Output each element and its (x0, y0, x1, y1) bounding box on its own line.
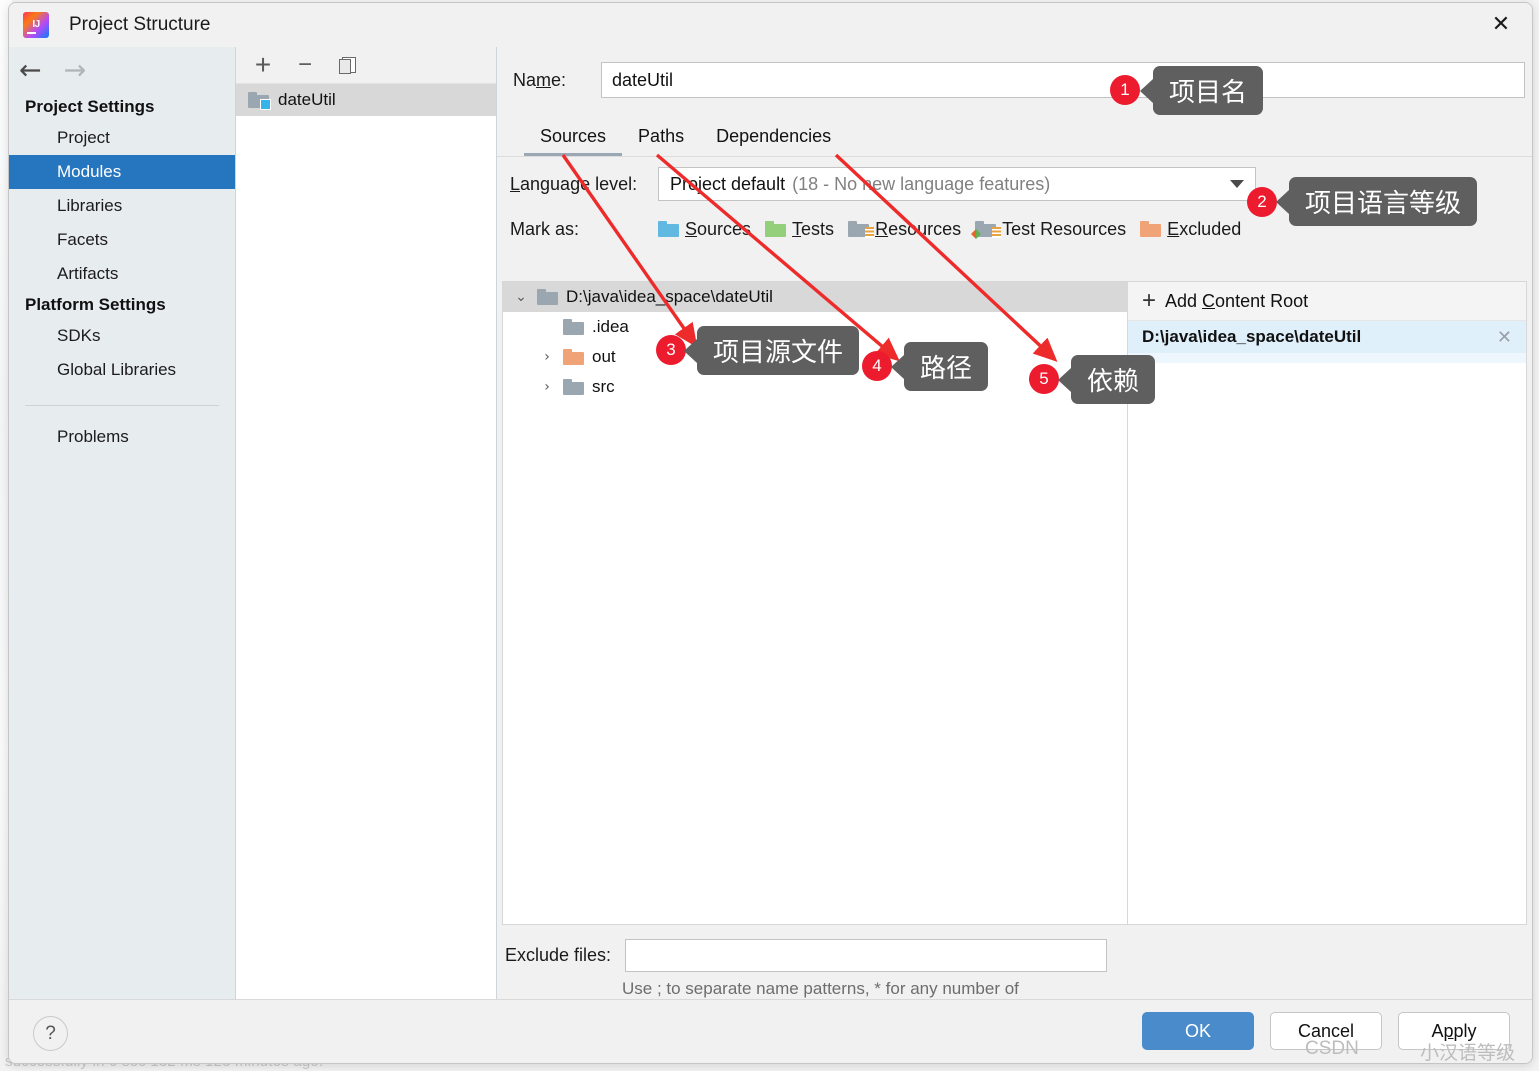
language-level-row: Language level: Project default (18 - No… (497, 157, 1532, 211)
chevron-right-icon[interactable]: › (539, 349, 555, 365)
remove-module-icon[interactable] (292, 52, 318, 78)
tree-row-label: out (592, 347, 616, 366)
add-content-root-label: Add Content Root (1165, 290, 1309, 311)
content-root-entry[interactable]: D:\java\idea_space\dateUtil ✕ (1128, 321, 1526, 353)
help-button[interactable]: ? (33, 1016, 68, 1051)
module-tabs: Sources Paths Dependencies (497, 113, 1532, 157)
content-root-path: D:\java\idea_space\dateUtil (1142, 327, 1362, 346)
idea-folder-icon (563, 319, 584, 335)
root-folder-icon (537, 289, 558, 305)
language-level-dropdown[interactable]: Project default (18 - No new language fe… (658, 167, 1256, 201)
sidebar-item-modules[interactable]: Modules (9, 155, 235, 189)
back-arrow-icon[interactable]: ← (19, 57, 42, 84)
module-list-panel: dateUtil (236, 47, 497, 999)
dialog-footer: ? OK Cancel Ap ply (9, 999, 1532, 1063)
sidebar-nav-arrows: ← → (9, 47, 235, 93)
chevron-right-icon[interactable]: › (539, 379, 555, 395)
tab-paths[interactable]: Paths (622, 126, 700, 157)
mark-as-resources-label: Resources (875, 218, 962, 239)
language-level-label: Language level: (510, 173, 638, 194)
sidebar-item-artifacts[interactable]: Artifacts (9, 257, 235, 291)
tree-row-idea[interactable]: .idea (503, 312, 1127, 342)
exclude-hint-line-1: Use ; to separate name patterns, * for a… (622, 979, 1019, 998)
screen-root: successfully in 0 sec 132 ms 123 minutes… (0, 0, 1539, 1071)
exclude-files-row: Exclude files: (502, 935, 1527, 975)
excluded-folder-icon (1140, 221, 1162, 237)
mark-as-tests-label: Tests (792, 218, 835, 239)
sources-folder-icon (658, 221, 679, 237)
dialog-buttons: OK Cancel Ap ply (1142, 1012, 1510, 1050)
forward-arrow-icon[interactable]: → (64, 57, 87, 84)
sidebar-item-facets[interactable]: Facets (9, 223, 235, 257)
tree-row-out[interactable]: › out (503, 342, 1127, 372)
tree-row-label: src (592, 377, 615, 396)
copy-module-icon[interactable] (334, 52, 360, 78)
mark-as-sources[interactable]: Sources (658, 219, 751, 240)
exclude-files-input[interactable] (625, 938, 1107, 972)
sidebar-item-libraries[interactable]: Libraries (9, 189, 235, 223)
sidebar-group-platform-settings: Platform Settings (25, 295, 166, 314)
mark-as-tests[interactable]: Tests (765, 219, 834, 240)
test-resources-folder-icon (971, 221, 1002, 239)
sidebar-item-sdks[interactable]: SDKs (9, 319, 235, 353)
mark-as-label: Mark as: (510, 218, 580, 239)
tests-folder-icon (765, 221, 787, 237)
src-folder-icon (563, 379, 584, 395)
apply-button[interactable]: Ap ply (1398, 1012, 1510, 1050)
cancel-button[interactable]: Cancel (1270, 1012, 1382, 1050)
sidebar-item-global-libraries[interactable]: Global Libraries (9, 353, 235, 387)
out-folder-icon (563, 349, 584, 365)
module-folder-icon (248, 92, 271, 110)
tree-row-label: .idea (592, 317, 629, 336)
tree-root-row[interactable]: ⌄ D:\java\idea_space\dateUtil (503, 282, 1127, 312)
remove-content-root-icon[interactable]: ✕ (1497, 327, 1512, 348)
sidebar-item-problems[interactable]: Problems (9, 420, 235, 454)
mark-as-resources[interactable]: Resources (848, 219, 961, 240)
mark-as-excluded[interactable]: Excluded (1140, 219, 1241, 240)
chevron-expanded-icon[interactable]: ⌄ (513, 289, 529, 305)
module-list-item-label: dateUtil (278, 90, 336, 109)
mark-as-sources-label: Sources (685, 218, 752, 239)
module-editor-panel: Name: Sources Paths Dependencies Languag… (497, 47, 1532, 1025)
title-bar: Project Structure ✕ (9, 3, 1532, 48)
sidebar-divider (25, 405, 219, 406)
mark-as-test-resources[interactable]: Test Resources (971, 218, 1127, 240)
add-content-root-button[interactable]: + Add Content Root (1128, 282, 1526, 321)
mark-as-row: Mark as: Sources Tests Resources Test Re… (497, 211, 1532, 247)
tab-sources[interactable]: Sources (524, 126, 623, 157)
module-list-item-dateutil[interactable]: dateUtil (236, 84, 496, 116)
plus-icon: + (1142, 287, 1157, 314)
exclude-files-label: Exclude files: (505, 944, 612, 965)
close-icon[interactable]: ✕ (1470, 3, 1532, 46)
resources-folder-icon (848, 221, 875, 238)
language-level-detail: (18 - No new language features) (792, 173, 1051, 194)
sidebar-item-project[interactable]: Project (9, 121, 235, 155)
settings-sidebar: ← → Project Settings Project Modules Lib… (9, 47, 236, 999)
mark-as-test-resources-label: Test Resources (1002, 218, 1127, 239)
module-name-input[interactable] (601, 62, 1525, 98)
sources-content-split: ⌄ D:\java\idea_space\dateUtil .idea › ou… (502, 281, 1527, 925)
intellij-idea-logo-icon (23, 12, 49, 38)
tree-root-label: D:\java\idea_space\dateUtil (566, 287, 773, 306)
project-structure-dialog: Project Structure ✕ ← → Project Settings… (8, 2, 1533, 1064)
add-module-icon[interactable] (250, 52, 276, 78)
directory-tree-pane: ⌄ D:\java\idea_space\dateUtil .idea › ou… (502, 281, 1127, 925)
mark-as-excluded-label: Excluded (1167, 218, 1242, 239)
dialog-title: Project Structure (69, 14, 211, 35)
content-roots-pane: + Add Content Root D:\java\idea_space\da… (1127, 281, 1527, 925)
language-level-value: Project default (670, 173, 786, 194)
content-root-strip (1128, 353, 1526, 363)
tree-row-src[interactable]: › src (503, 372, 1127, 402)
sidebar-group-project-settings: Project Settings (25, 97, 155, 116)
ok-button[interactable]: OK (1142, 1012, 1254, 1050)
tab-dependencies[interactable]: Dependencies (700, 126, 847, 157)
module-name-label: Name: (513, 69, 567, 90)
module-list-toolbar (236, 47, 496, 84)
module-name-row: Name: (497, 47, 1532, 113)
chevron-down-icon (1230, 180, 1244, 188)
